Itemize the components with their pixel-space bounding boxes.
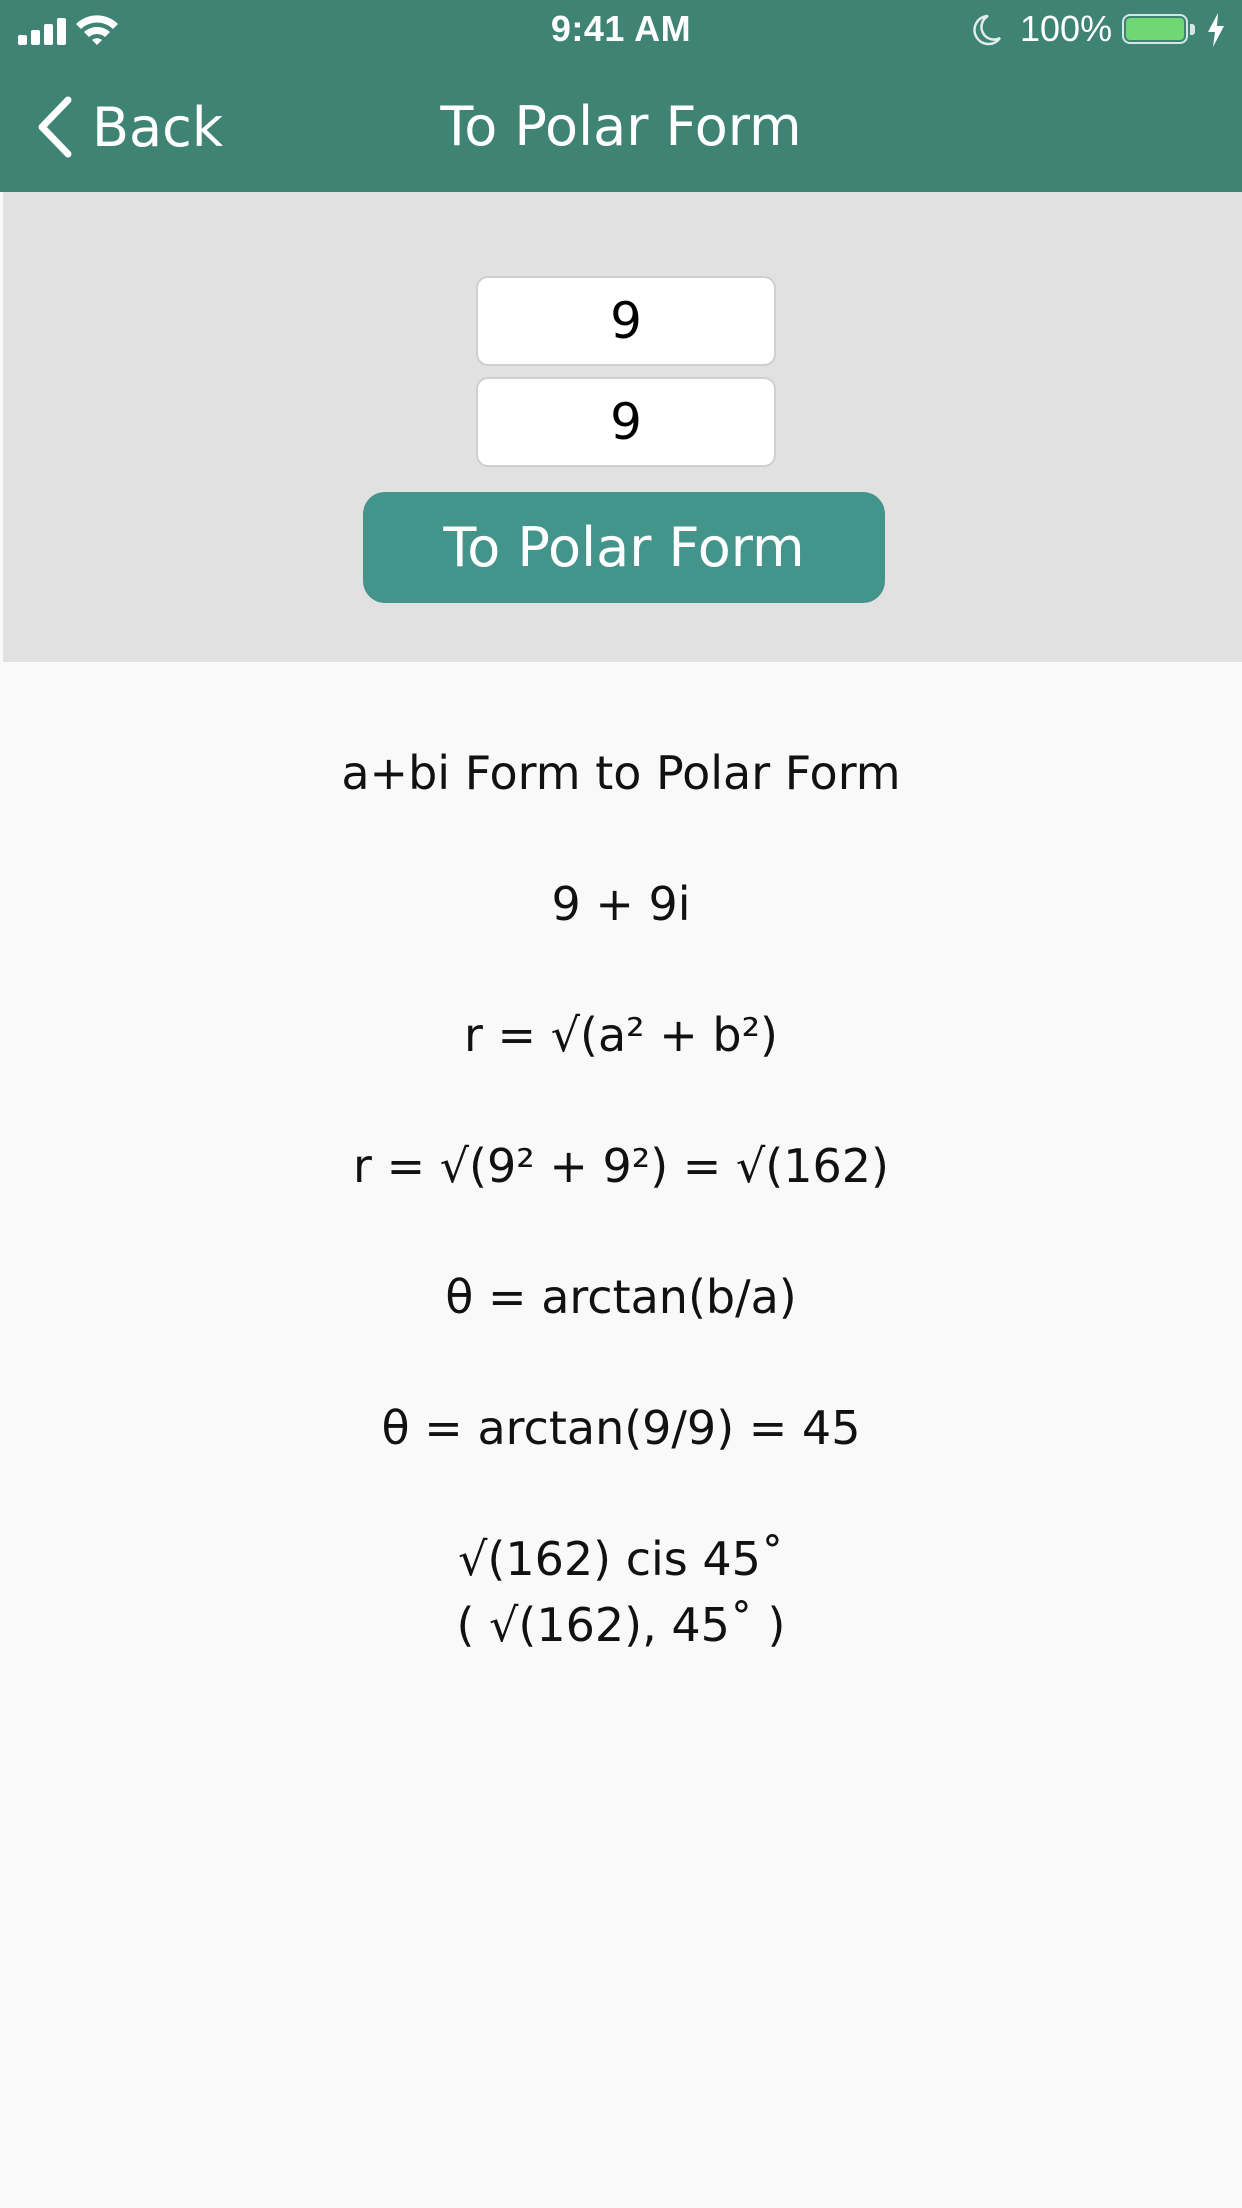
- convert-to-polar-button[interactable]: To Polar Form: [363, 492, 885, 603]
- back-button[interactable]: Back: [36, 92, 223, 162]
- charging-icon: [1208, 13, 1224, 47]
- navigation-bar: Back To Polar Form: [0, 62, 1242, 192]
- polar-result: √(162) cis 45˚ ( √(162), 45˚ ): [0, 1526, 1242, 1658]
- battery-level: [1126, 18, 1184, 40]
- result-panel: a+bi Form to Polar Form 9 + 9i r = √(a² …: [0, 740, 1242, 1658]
- angle-calculation: θ = arctan(9/9) = 45: [381, 1401, 861, 1455]
- modulus-calculation: r = √(9² + 9²) = √(162): [353, 1139, 889, 1193]
- complex-number: 9 + 9i: [551, 877, 691, 931]
- polar-cis-form: √(162) cis 45˚: [458, 1532, 784, 1586]
- modulus-formula: r = √(a² + b²): [464, 1008, 778, 1062]
- real-part-input[interactable]: [476, 276, 776, 366]
- input-panel: To Polar Form: [3, 192, 1242, 662]
- imaginary-part-input[interactable]: [476, 377, 776, 467]
- battery-percent: 100%: [1020, 8, 1113, 49]
- result-heading: a+bi Form to Polar Form: [341, 746, 901, 800]
- status-bar: 9:41 AM 100%: [0, 0, 1242, 62]
- back-label: Back: [92, 95, 224, 159]
- angle-formula: θ = arctan(b/a): [445, 1270, 797, 1324]
- chevron-left-icon: [38, 96, 72, 158]
- moon-icon: [973, 14, 1002, 46]
- battery-icon: [1122, 14, 1198, 48]
- polar-coordinate-form: ( √(162), 45˚ ): [456, 1598, 786, 1652]
